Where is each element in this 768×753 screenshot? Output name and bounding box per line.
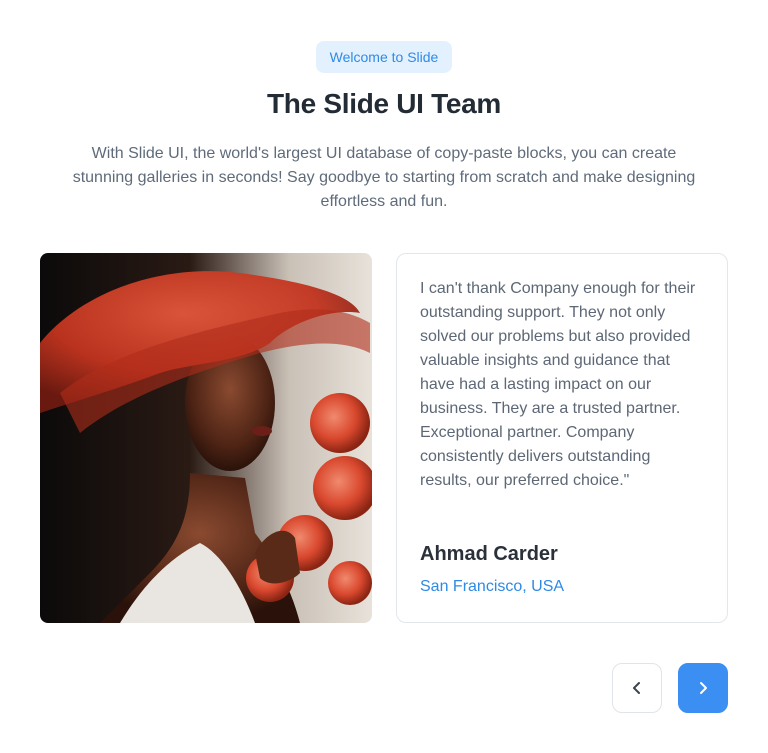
chevron-left-icon <box>633 682 640 694</box>
page-title: The Slide UI Team <box>267 88 501 119</box>
testimonial-photo <box>40 253 372 623</box>
next-button[interactable] <box>678 663 728 713</box>
testimonial-section: Welcome to Slide The Slide UI Team With … <box>0 0 768 753</box>
testimonial-card: I can't thank Company enough for their o… <box>396 253 728 623</box>
chevron-right-icon <box>700 682 707 694</box>
testimonial-quote: I can't thank Company enough for their o… <box>420 280 696 489</box>
welcome-badge: Welcome to Slide <box>316 41 452 73</box>
previous-button[interactable] <box>612 663 662 713</box>
testimonial-author-location: San Francisco, USA <box>420 578 565 595</box>
page-subtitle: With Slide UI, the world's largest UI da… <box>72 145 696 210</box>
testimonial-author-name: Ahmad Carder <box>420 543 558 565</box>
